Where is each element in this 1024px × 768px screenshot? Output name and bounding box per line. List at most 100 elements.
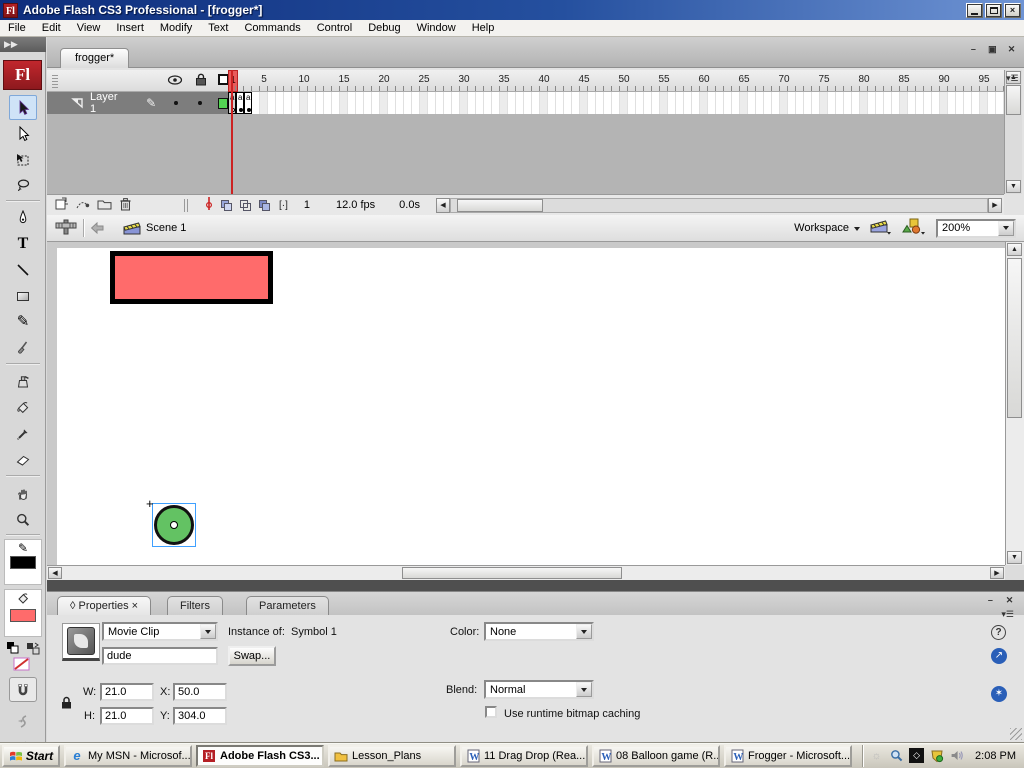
symbol-type-dropdown[interactable]: Movie Clip: [102, 622, 218, 641]
frame-52[interactable]: [636, 92, 644, 114]
width-input[interactable]: [100, 683, 154, 701]
pencil-tool[interactable]: ✎: [9, 309, 37, 334]
scroll-thumb[interactable]: [1007, 258, 1022, 418]
frame-51[interactable]: [628, 92, 636, 114]
frame-31[interactable]: [468, 92, 476, 114]
frame-93[interactable]: [964, 92, 972, 114]
frame-90[interactable]: [940, 92, 948, 114]
properties-panel-menu-icon[interactable]: ▾☰: [1001, 609, 1014, 620]
tray-speaker-icon[interactable]: [949, 748, 964, 763]
insert-folder-button[interactable]: [97, 198, 112, 213]
frame-43[interactable]: [564, 92, 572, 114]
frame-87[interactable]: [916, 92, 924, 114]
taskbar-button-11-drag-drop-rea[interactable]: W11 Drag Drop (Rea...: [460, 745, 588, 767]
frame-56[interactable]: [668, 92, 676, 114]
frame-66[interactable]: [748, 92, 756, 114]
edit-multiple-frames-icon[interactable]: [·]: [279, 200, 288, 211]
scroll-down-button[interactable]: ▼: [1007, 551, 1022, 564]
frame-61[interactable]: [708, 92, 716, 114]
frame-88[interactable]: [924, 92, 932, 114]
frame-53[interactable]: [644, 92, 652, 114]
taskbar-button-lesson-plans[interactable]: Lesson_Plans: [328, 745, 456, 767]
swap-button[interactable]: Swap...: [228, 646, 276, 666]
frame-49[interactable]: [612, 92, 620, 114]
frame-39[interactable]: [532, 92, 540, 114]
frame-74[interactable]: [812, 92, 820, 114]
fill-color-control[interactable]: [4, 589, 42, 637]
menu-view[interactable]: View: [69, 21, 109, 35]
layer-name[interactable]: Layer 1: [90, 91, 124, 115]
frame-8[interactable]: [284, 92, 292, 114]
restore-button[interactable]: [985, 3, 1002, 18]
menu-insert[interactable]: Insert: [108, 21, 152, 35]
frame-11[interactable]: [308, 92, 316, 114]
scroll-up-button[interactable]: ▲: [1007, 243, 1022, 256]
frame-67[interactable]: [756, 92, 764, 114]
timeline-hscroll-right-button[interactable]: ▶: [988, 198, 1002, 213]
frame-58[interactable]: [684, 92, 692, 114]
start-button[interactable]: Start: [2, 745, 60, 767]
frame-95[interactable]: [980, 92, 988, 114]
frame-54[interactable]: [652, 92, 660, 114]
taskbar-button-08-balloon-game-r[interactable]: W08 Balloon game (R...: [592, 745, 720, 767]
stage-vscrollbar[interactable]: ▲ ▼: [1005, 242, 1024, 565]
swap-colors-button[interactable]: [26, 641, 40, 658]
frame-rate-value[interactable]: 12.0 fps: [336, 199, 375, 211]
stage-hscrollbar[interactable]: ◀ ▶: [47, 565, 1005, 580]
center-frame-icon[interactable]: [220, 199, 233, 212]
close-button[interactable]: ×: [1004, 3, 1021, 18]
frame-32[interactable]: [476, 92, 484, 114]
frame-33[interactable]: [484, 92, 492, 114]
color-dropdown-button[interactable]: [576, 624, 592, 639]
frame-80[interactable]: [860, 92, 868, 114]
blend-dropdown-button[interactable]: [576, 682, 592, 697]
transformation-point[interactable]: [170, 521, 178, 529]
scroll-down-button[interactable]: ▼: [1006, 180, 1021, 193]
workspace-button[interactable]: Workspace: [794, 222, 849, 234]
frame-55[interactable]: [660, 92, 668, 114]
menu-file[interactable]: File: [0, 21, 34, 35]
frame-27[interactable]: [436, 92, 444, 114]
zoom-combobox[interactable]: 200%: [936, 219, 1016, 238]
frame-3[interactable]: a: [244, 92, 252, 114]
instance-name-input[interactable]: [102, 647, 218, 665]
frame-78[interactable]: [844, 92, 852, 114]
tray-magnifier-icon[interactable]: [889, 748, 904, 763]
constrain-lock-icon[interactable]: [61, 696, 72, 712]
frame-50[interactable]: [620, 92, 628, 114]
scroll-left-button[interactable]: ◀: [48, 567, 62, 579]
minimize-button[interactable]: [966, 3, 983, 18]
frame-68[interactable]: [764, 92, 772, 114]
lasso-tool[interactable]: [9, 173, 37, 198]
frame-20[interactable]: [380, 92, 388, 114]
frame-28[interactable]: [444, 92, 452, 114]
frame-85[interactable]: [900, 92, 908, 114]
menu-text[interactable]: Text: [200, 21, 236, 35]
timeline-grip[interactable]: [52, 74, 58, 88]
color-dropdown[interactable]: None: [484, 622, 594, 641]
frame-21[interactable]: [388, 92, 396, 114]
frame-86[interactable]: [908, 92, 916, 114]
snap-to-objects-toggle[interactable]: [9, 677, 37, 702]
frame-47[interactable]: [596, 92, 604, 114]
frame-37[interactable]: [516, 92, 524, 114]
brush-tool[interactable]: [9, 335, 37, 360]
frame-46[interactable]: [588, 92, 596, 114]
properties-minimize-button[interactable]: –: [984, 594, 997, 606]
tray-diamond-icon[interactable]: ◇: [909, 748, 924, 763]
selection-tool[interactable]: [9, 95, 37, 120]
panel-resize-grip[interactable]: [1010, 728, 1022, 740]
frame-6[interactable]: [268, 92, 276, 114]
frame-91[interactable]: [948, 92, 956, 114]
frame-82[interactable]: [876, 92, 884, 114]
frame-24[interactable]: [412, 92, 420, 114]
taskbar-button-adobe-flash-cs3[interactable]: FlAdobe Flash CS3...: [196, 745, 324, 767]
frame-71[interactable]: [788, 92, 796, 114]
red-rectangle-shape[interactable]: [110, 251, 273, 304]
frame-89[interactable]: [932, 92, 940, 114]
blend-dropdown[interactable]: Normal: [484, 680, 594, 699]
frame-34[interactable]: [492, 92, 500, 114]
frame-19[interactable]: [372, 92, 380, 114]
pen-tool[interactable]: [9, 205, 37, 230]
height-input[interactable]: [100, 707, 154, 725]
